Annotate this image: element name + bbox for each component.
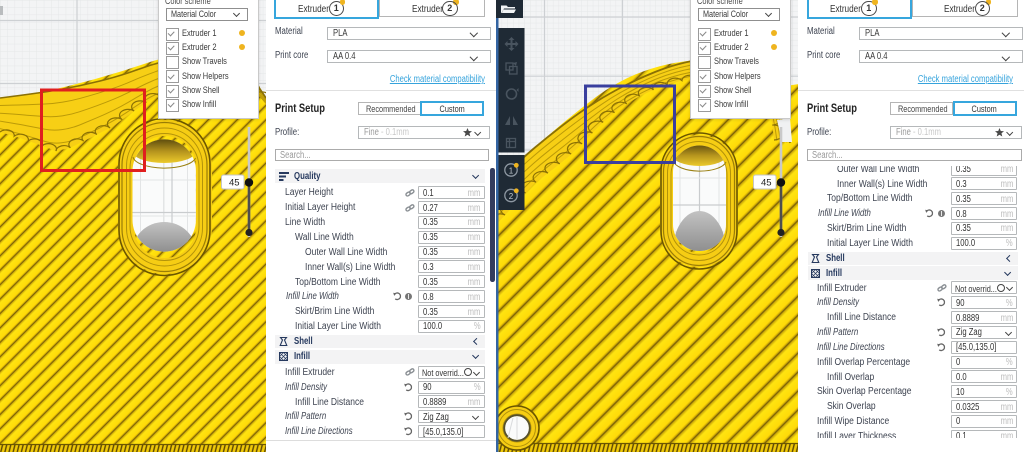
- svg-text:45: 45: [761, 178, 772, 189]
- svg-text:1: 1: [509, 167, 514, 176]
- svg-text:2: 2: [509, 192, 514, 201]
- svg-text:45: 45: [229, 178, 240, 189]
